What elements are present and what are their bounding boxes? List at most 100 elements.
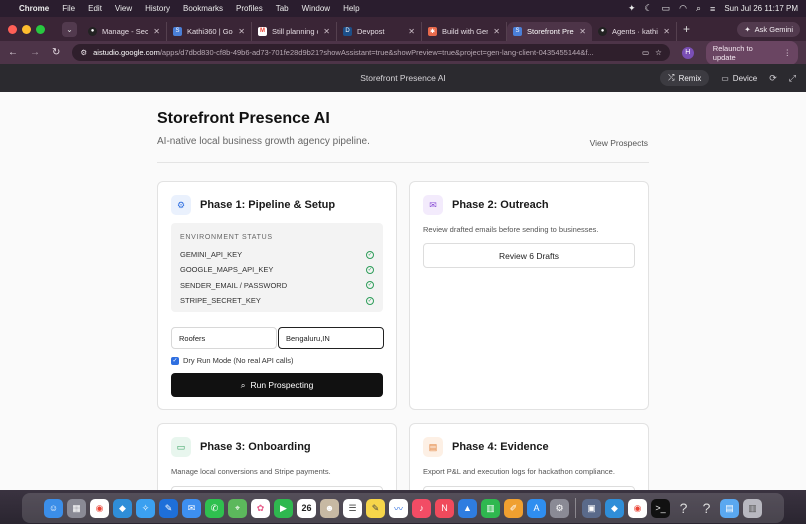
menu-file[interactable]: File <box>62 4 75 13</box>
help-icon[interactable]: ? <box>674 499 693 518</box>
bookmark-star-icon[interactable]: ☆ <box>655 48 662 57</box>
remix-label: Remix <box>678 73 702 83</box>
site-settings-icon[interactable]: ⚙ <box>80 48 87 57</box>
close-tab-icon[interactable]: ✕ <box>408 27 415 36</box>
device-icon: ▭ <box>721 73 729 83</box>
downloads-icon[interactable]: ▤ <box>720 498 739 518</box>
check-circle-icon: ✓ <box>366 281 374 290</box>
view-prospects-link[interactable]: View Prospects <box>590 138 648 148</box>
menu-bookmarks[interactable]: Bookmarks <box>183 4 223 13</box>
ask-gemini-button[interactable]: ✦ Ask Gemini <box>737 21 800 37</box>
review-drafts-button[interactable]: Review 6 Drafts <box>423 243 635 268</box>
freeform2-icon[interactable]: 〰 <box>389 498 408 518</box>
close-tab-icon[interactable]: ✕ <box>238 27 245 36</box>
dry-run-checkbox[interactable]: ✓ <box>171 356 179 365</box>
chrome-icon[interactable]: ◉ <box>90 498 109 518</box>
menu-window[interactable]: Window <box>302 4 330 13</box>
run-prospecting-button[interactable]: ⌕ Run Prospecting <box>171 373 383 397</box>
refresh-preview-icon[interactable]: ⟳ <box>769 73 777 84</box>
tab-search-icon[interactable]: ⌄ <box>62 21 77 37</box>
mail-icon[interactable]: ✉ <box>182 498 201 518</box>
focus-icon[interactable]: ☾ <box>645 3 653 14</box>
menu-tab[interactable]: Tab <box>276 4 289 13</box>
profile-avatar[interactable]: H <box>681 46 694 59</box>
tab-title: Still planning on <box>272 26 318 36</box>
browser-tab-build-with-gemini[interactable]: ✱ Build with Gemini ✕ <box>422 21 507 41</box>
fullscreen-icon[interactable]: ⤢ <box>789 73 796 84</box>
close-tab-icon[interactable]: ✕ <box>579 27 586 36</box>
minimize-window-button[interactable] <box>22 24 31 34</box>
photos-icon[interactable]: ✿ <box>251 498 270 518</box>
whatsapp-icon[interactable]: ✆ <box>205 498 224 518</box>
terminal-icon[interactable]: >_ <box>651 498 670 518</box>
news-icon[interactable]: N <box>435 498 454 518</box>
wifi-icon[interactable]: ◠ <box>679 3 687 14</box>
appstore-icon[interactable]: A <box>527 498 546 518</box>
device-button[interactable]: ▭ Device <box>721 74 757 83</box>
env-item: GOOGLE_MAPS_API_KEY ✓ <box>180 262 374 277</box>
numbers-icon[interactable]: ▥ <box>481 498 500 518</box>
music-icon[interactable]: ♪ <box>412 498 431 518</box>
phase1-card: ⚙ Phase 1: Pipeline & Setup ENVIRONMENT … <box>157 181 397 410</box>
facetime-icon[interactable]: ▶ <box>274 498 293 518</box>
freeform-icon[interactable]: ✎ <box>159 498 178 518</box>
mail-icon: ✉ <box>423 195 443 215</box>
browser-tab-storefront-presence[interactable]: S Storefront Presence ✕ <box>507 21 592 41</box>
menu-edit[interactable]: Edit <box>88 4 102 13</box>
maps-icon[interactable]: ⌖ <box>228 498 247 518</box>
menu-view[interactable]: View <box>115 4 132 13</box>
forward-arrow-icon[interactable]: → <box>30 47 40 58</box>
chrome2-icon[interactable]: ◉ <box>628 498 647 518</box>
back-arrow-icon[interactable]: ← <box>8 47 18 58</box>
fullscreen-window-button[interactable] <box>36 24 45 34</box>
menu-history[interactable]: History <box>145 4 170 13</box>
menubar-datetime[interactable]: Sun Jul 26 11:17 PM <box>724 4 798 13</box>
relaunch-button[interactable]: Relaunch to update ⋮ <box>705 40 798 65</box>
help2-icon[interactable]: ? <box>697 499 716 518</box>
preview-icon[interactable]: ▣ <box>582 498 601 518</box>
spotlight-icon[interactable]: ⌕ <box>696 3 701 14</box>
notes-icon[interactable]: ✎ <box>366 498 385 518</box>
close-tab-icon[interactable]: ✕ <box>323 27 330 36</box>
reload-icon[interactable]: ↻ <box>52 47 60 58</box>
trash-icon[interactable]: ▥ <box>743 498 762 518</box>
niche-input[interactable]: Roofers <box>171 327 277 349</box>
menubar-app-name[interactable]: Chrome <box>19 4 49 13</box>
vscode2-icon[interactable]: ◆ <box>605 498 624 518</box>
gmail-icon: M <box>258 26 267 36</box>
menu-profiles[interactable]: Profiles <box>236 4 263 13</box>
env-item-label: SENDER_EMAIL / PASSWORD <box>180 280 288 290</box>
gemini-sparkle-icon[interactable]: ✦ <box>628 3 636 14</box>
new-tab-icon[interactable]: + <box>683 22 690 36</box>
close-tab-icon[interactable]: ✕ <box>153 27 160 36</box>
settings-icon[interactable]: ⚙ <box>550 498 569 518</box>
browser-tab-kathi360[interactable]: S Kathi360 | Google ✕ <box>167 21 252 41</box>
dry-run-toggle[interactable]: ✓ Dry Run Mode (No real API calls) <box>171 356 293 365</box>
contacts-icon[interactable]: ☻ <box>320 498 339 518</box>
reminders-icon[interactable]: ☰ <box>343 498 362 518</box>
document-icon: ▤ <box>423 437 443 457</box>
location-input[interactable]: Bengaluru,IN <box>278 327 384 349</box>
env-item-label: STRIPE_SECRET_KEY <box>180 296 261 306</box>
close-tab-icon[interactable]: ✕ <box>493 27 500 36</box>
close-window-button[interactable] <box>8 24 17 34</box>
finder-icon[interactable]: ☺ <box>44 498 63 518</box>
phase4-description: Export P&L and execution logs for hackat… <box>423 467 615 476</box>
launchpad-icon[interactable]: ▦ <box>67 498 86 518</box>
browser-tab-manage-security[interactable]: ● Manage - Security ✕ <box>82 21 167 41</box>
address-bar[interactable]: ⚙ aistudio.google.com/apps/d7dbd830-cf8b… <box>72 44 670 61</box>
menu-help[interactable]: Help <box>343 4 359 13</box>
pages-icon[interactable]: ✐ <box>504 498 523 518</box>
cast-icon[interactable]: ▭ <box>642 48 649 57</box>
close-tab-icon[interactable]: ✕ <box>663 27 670 36</box>
safari-icon[interactable]: ✧ <box>136 498 155 518</box>
keynote-icon[interactable]: ▲ <box>458 498 477 518</box>
calendar-icon[interactable]: 26 <box>297 498 316 518</box>
browser-tab-still-planning[interactable]: M Still planning on ✕ <box>252 21 337 41</box>
browser-tab-devpost[interactable]: D Devpost ✕ <box>337 21 422 41</box>
browser-tab-agents[interactable]: ● Agents · kathi ✕ <box>592 21 677 41</box>
remix-button[interactable]: ⤮ Remix <box>660 70 710 86</box>
vscode-icon[interactable]: ◆ <box>113 498 132 518</box>
control-center-icon[interactable]: ≡ <box>710 4 715 14</box>
battery-icon[interactable]: ▭ <box>662 3 671 14</box>
